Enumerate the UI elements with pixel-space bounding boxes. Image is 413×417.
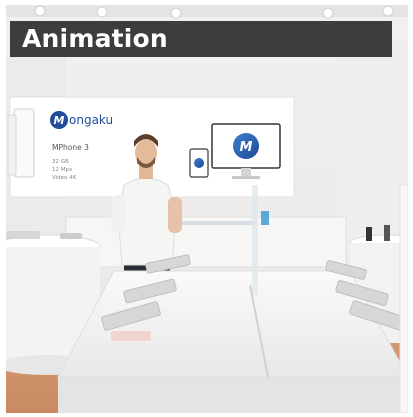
store-photo: M ongaku MPhone 3 32 GB 12 Mpx Video 4K … (6, 5, 408, 413)
product-name: MPhone 3 (52, 143, 89, 152)
brand-initial: M (54, 114, 65, 127)
spec-storage: 32 GB (52, 159, 69, 165)
spec-video: Video 4K (52, 175, 77, 181)
store-scene: M ongaku MPhone 3 32 GB 12 Mpx Video 4K … (6, 5, 408, 413)
title-banner: Animation (10, 21, 392, 57)
phone-graphic (13, 108, 35, 178)
ceiling (6, 5, 408, 17)
brand-name: ongaku (69, 113, 113, 127)
banner-title: Animation (22, 24, 168, 53)
spec-camera: 12 Mpx (52, 167, 73, 173)
svg-text:M: M (240, 140, 253, 155)
